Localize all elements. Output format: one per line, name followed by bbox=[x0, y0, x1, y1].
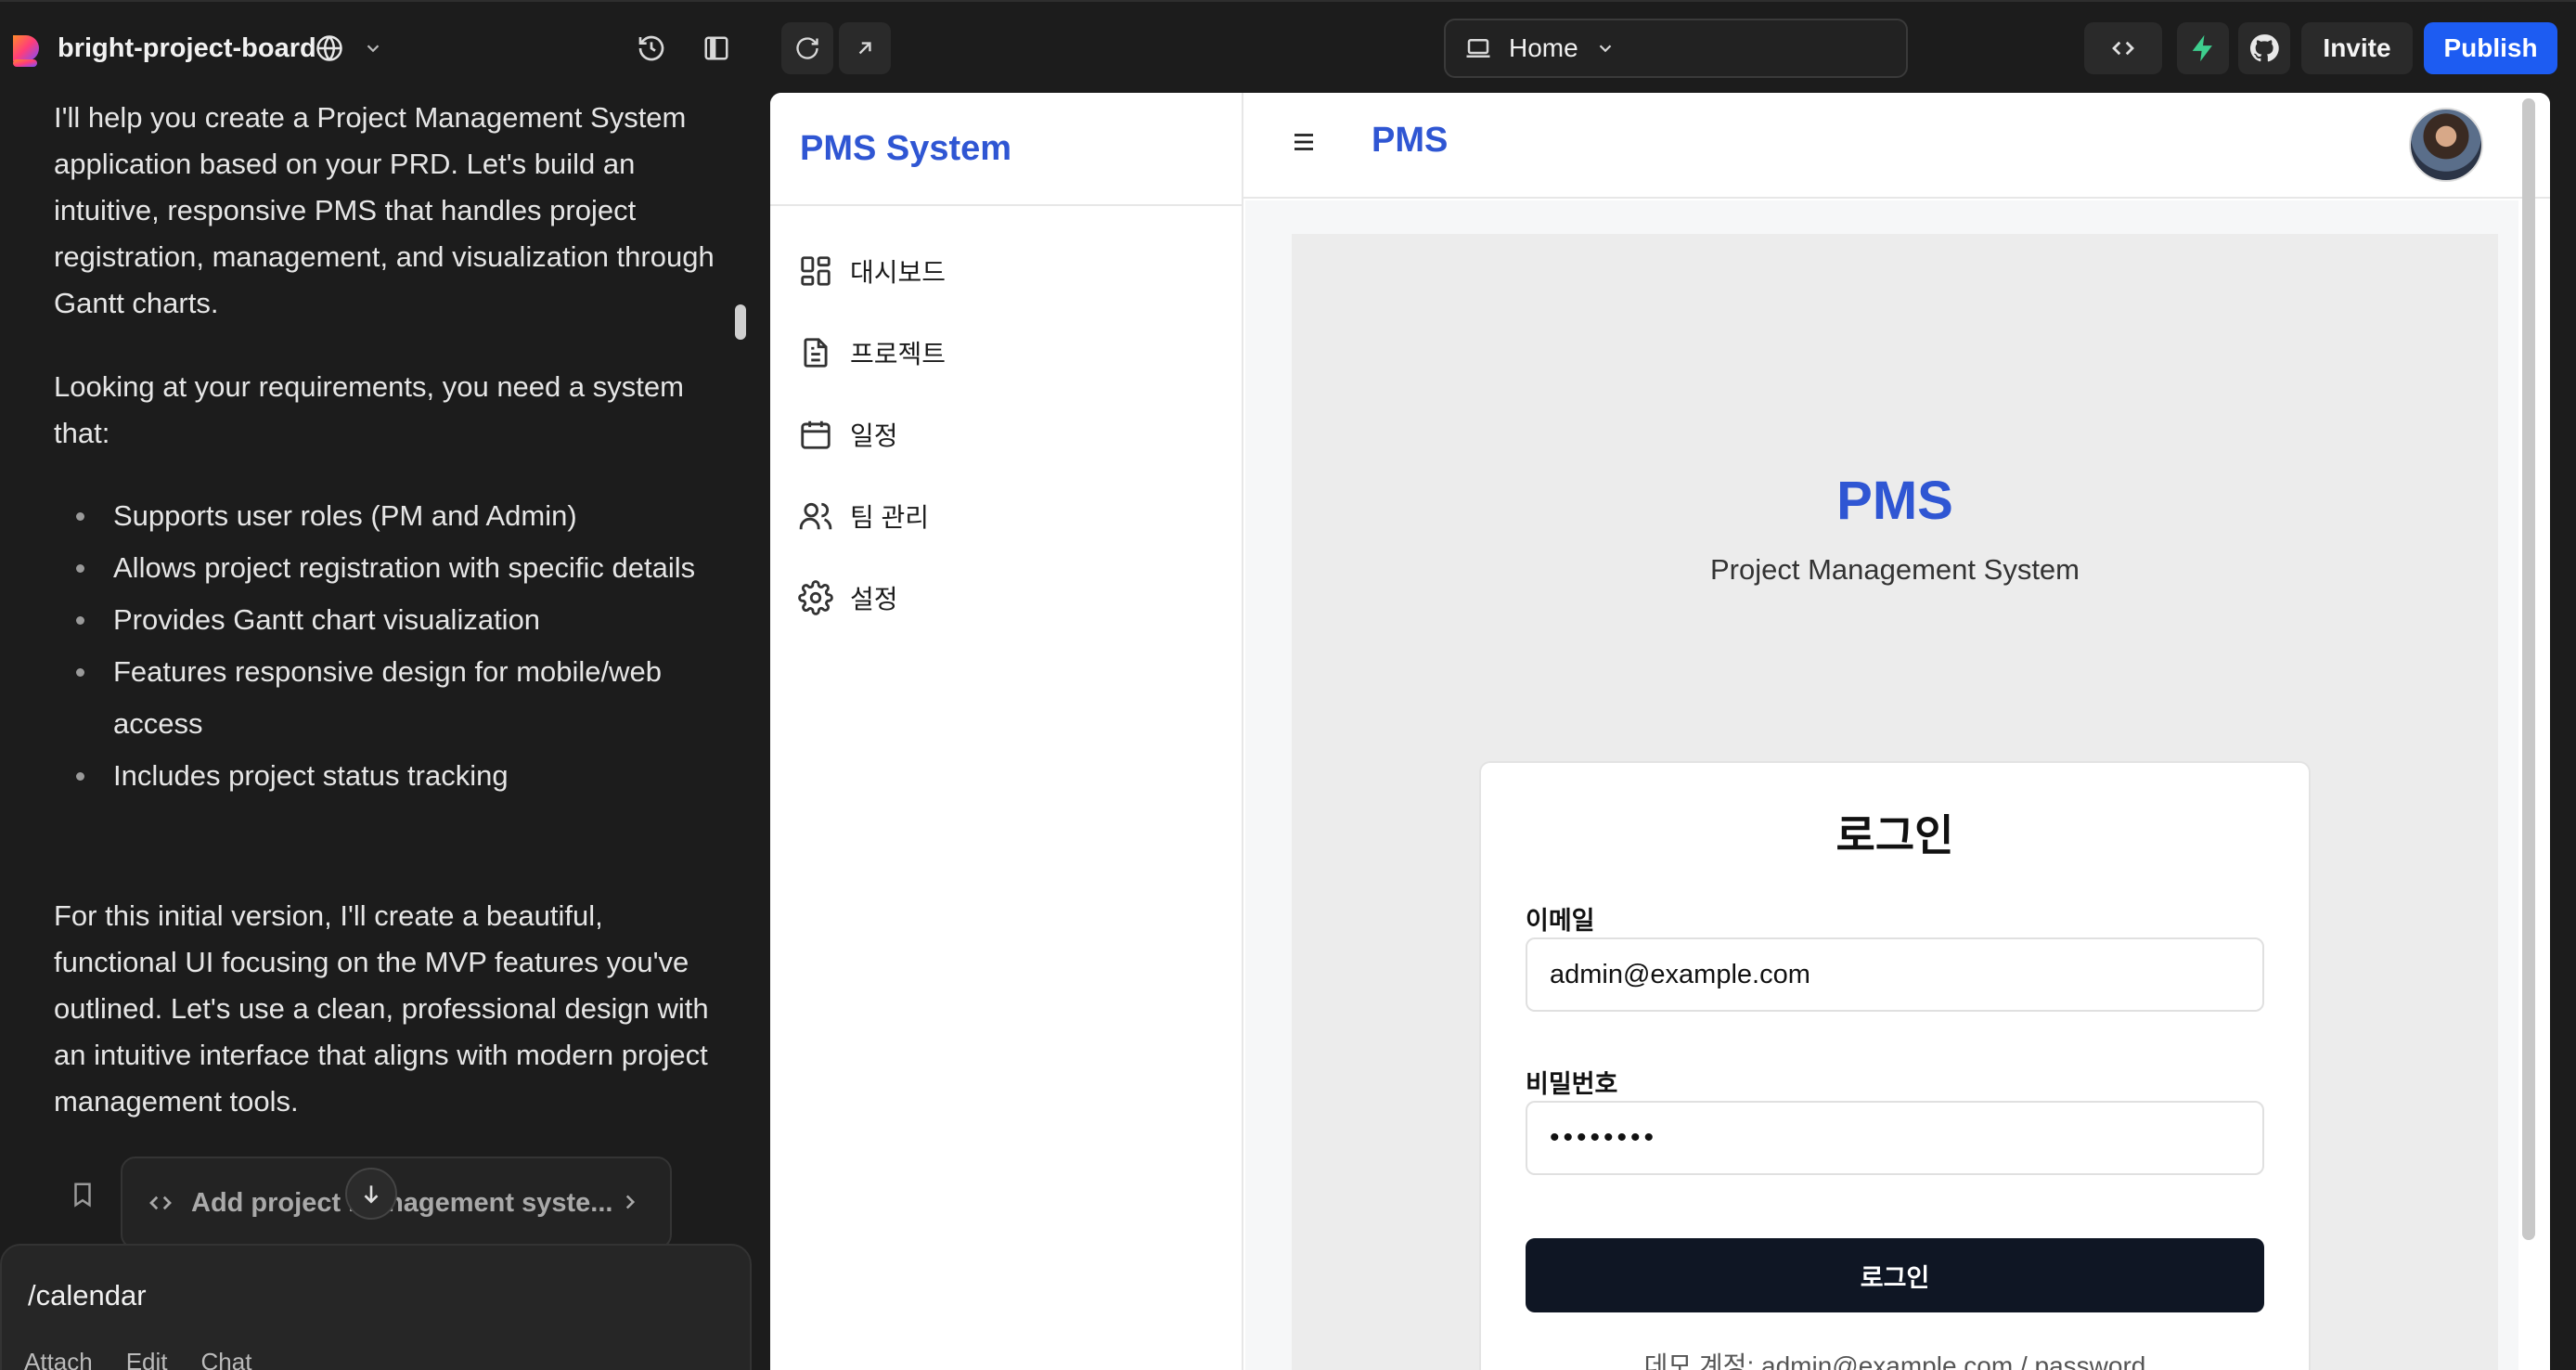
calendar-icon bbox=[798, 417, 833, 452]
sidebar-item-projects[interactable]: 프로젝트 bbox=[798, 312, 1225, 394]
login-card: 로그인 이메일 비밀번호 로그인 데모 계정: admin@example.co… bbox=[1479, 761, 2311, 1370]
chevron-down-icon[interactable] bbox=[360, 35, 386, 61]
attach-button[interactable]: Attach bbox=[24, 1348, 93, 1370]
users-icon bbox=[798, 498, 833, 534]
arrow-down-icon bbox=[359, 1182, 383, 1206]
login-title: 로그인 bbox=[1835, 811, 1954, 859]
brand-title[interactable]: PMS System bbox=[800, 129, 1011, 169]
page-title: PMS bbox=[1372, 121, 1449, 160]
email-label: 이메일 bbox=[1526, 907, 1595, 935]
assistant-paragraph: For this initial version, I'll create a … bbox=[54, 899, 709, 1118]
chevron-down-icon bbox=[1595, 38, 1616, 58]
scroll-to-bottom-button[interactable] bbox=[345, 1168, 397, 1220]
commit-label: Add project management syste... bbox=[191, 1187, 613, 1218]
list-item: Supports user roles (PM and Admin) bbox=[54, 490, 722, 542]
globe-icon[interactable] bbox=[314, 32, 345, 64]
document-icon bbox=[798, 335, 833, 370]
sidebar-item-schedule[interactable]: 일정 bbox=[798, 394, 1225, 475]
avatar[interactable] bbox=[2409, 108, 2483, 182]
assistant-paragraph: I'll help you create a Project Managemen… bbox=[54, 101, 715, 319]
bolt-icon bbox=[2187, 32, 2219, 64]
project-name[interactable]: bright-project-board bbox=[58, 28, 316, 69]
github-icon bbox=[2248, 32, 2280, 64]
bookmark-icon[interactable] bbox=[69, 1181, 98, 1210]
composer-toolbar: Attach Edit Chat bbox=[24, 1348, 251, 1370]
sidebar-toggle-button[interactable] bbox=[690, 22, 742, 74]
top-bar: bright-project-board Home Invite Publish bbox=[0, 0, 2576, 93]
commit-card[interactable]: Add project management syste... bbox=[121, 1157, 672, 1249]
menu-icon[interactable] bbox=[1290, 128, 1323, 162]
chat-panel: I'll help you create a Project Managemen… bbox=[0, 93, 770, 1370]
list-item: Allows project registration with specifi… bbox=[54, 542, 722, 594]
sidebar-header: PMS System bbox=[770, 93, 1242, 206]
sidebar-item-label: 팀 관리 bbox=[850, 503, 930, 532]
refresh-icon bbox=[794, 35, 820, 61]
sidebar-item-label: 대시보드 bbox=[850, 258, 947, 287]
edit-button[interactable]: Edit bbox=[126, 1348, 168, 1370]
sidebar-item-dashboard[interactable]: 대시보드 bbox=[798, 230, 1225, 312]
preview-scrollbar[interactable] bbox=[2522, 98, 2535, 1240]
sidebar-item-label: 설정 bbox=[850, 585, 898, 614]
sidebar-nav: 대시보드 프로젝트 일정 팀 관리 설정 bbox=[798, 230, 1225, 639]
email-field[interactable] bbox=[1526, 937, 2264, 1012]
list-item: Features responsive design for mobile/we… bbox=[54, 646, 722, 750]
gear-icon bbox=[798, 580, 833, 615]
logo-mark-icon[interactable] bbox=[7, 32, 45, 69]
publish-button[interactable]: Publish bbox=[2424, 22, 2557, 74]
github-button[interactable] bbox=[2238, 22, 2290, 74]
sidebar-item-team[interactable]: 팀 관리 bbox=[798, 475, 1225, 557]
app-sidebar: PMS System 대시보드 프로젝트 일정 팀 관리 설정 bbox=[770, 93, 1243, 1370]
code-icon bbox=[147, 1189, 174, 1217]
history-button[interactable] bbox=[625, 22, 677, 74]
refresh-button[interactable] bbox=[781, 22, 833, 74]
supabase-button[interactable] bbox=[2177, 22, 2229, 74]
route-selector[interactable]: Home bbox=[1444, 19, 1908, 78]
list-item: Includes project status tracking bbox=[54, 750, 722, 802]
laptop-icon bbox=[1464, 34, 1492, 62]
chevron-right-icon bbox=[618, 1190, 642, 1214]
chat-input[interactable]: /calendar bbox=[28, 1279, 147, 1312]
requirements-list: Supports user roles (PM and Admin) Allow… bbox=[54, 490, 722, 802]
external-link-icon bbox=[853, 36, 877, 60]
demo-account-hint: 데모 계정: admin@example.com / password bbox=[1643, 1351, 2146, 1370]
sidebar-toggle-icon bbox=[702, 34, 730, 62]
list-item: Provides Gantt chart visualization bbox=[54, 594, 722, 646]
sidebar-item-label: 일정 bbox=[850, 421, 898, 450]
app-main: PMS Project Management System 로그인 이메일 비밀… bbox=[1245, 200, 2518, 1370]
sidebar-item-label: 프로젝트 bbox=[850, 340, 947, 368]
app-preview: PMS System 대시보드 프로젝트 일정 팀 관리 설정 PMS PMS … bbox=[770, 93, 2550, 1370]
hero-title: PMS bbox=[1836, 471, 1953, 531]
code-icon bbox=[2109, 34, 2137, 62]
app-header: PMS bbox=[1243, 93, 2550, 199]
login-panel: PMS Project Management System 로그인 이메일 비밀… bbox=[1292, 234, 2498, 1370]
password-field[interactable] bbox=[1526, 1101, 2264, 1175]
history-icon bbox=[637, 33, 666, 63]
sidebar-item-settings[interactable]: 설정 bbox=[798, 557, 1225, 639]
chat-scrollbar[interactable] bbox=[735, 304, 746, 340]
invite-button[interactable]: Invite bbox=[2301, 22, 2413, 74]
open-in-new-tab-button[interactable] bbox=[839, 22, 891, 74]
hero-subtitle: Project Management System bbox=[1709, 553, 2080, 586]
code-view-button[interactable] bbox=[2084, 22, 2162, 74]
chat-composer[interactable]: /calendar Attach Edit Chat bbox=[0, 1244, 752, 1370]
dashboard-icon bbox=[798, 253, 833, 289]
assistant-paragraph: Looking at your requirements, you need a… bbox=[54, 370, 684, 449]
chat-mode-button[interactable]: Chat bbox=[201, 1348, 252, 1370]
password-label: 비밀번호 bbox=[1526, 1070, 1618, 1098]
route-label: Home bbox=[1509, 33, 1578, 62]
login-button[interactable]: 로그인 bbox=[1526, 1238, 2264, 1312]
